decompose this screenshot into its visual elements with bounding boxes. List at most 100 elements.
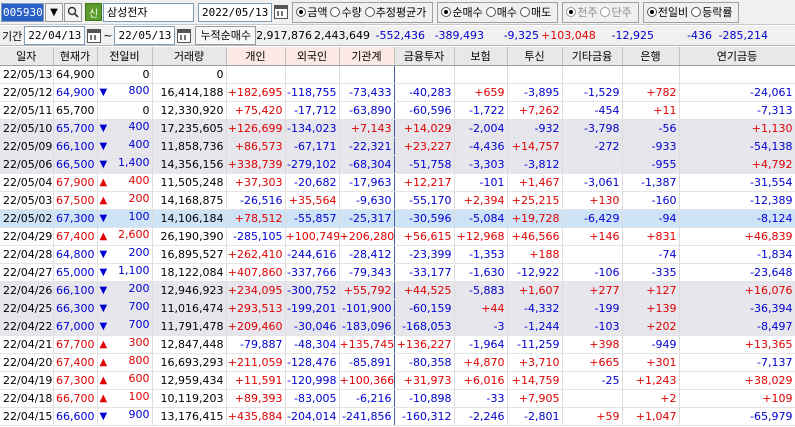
table-cell: 64,800 <box>53 245 98 264</box>
stock-code-input[interactable]: 005930 <box>1 2 44 22</box>
table-row[interactable]: 22/04/20 67,400 ▲ 800 16,693,293 +211,059 -128… <box>0 353 795 372</box>
cumulative-sums: 2,917,876 2,443,649 -552,436 -389,493 -9,325… <box>256 29 770 42</box>
table-row[interactable]: 22/04/15 66,600 ▼ 900 13,176,415 +435,884 -204… <box>0 407 795 426</box>
change-cell: ▲ 400 <box>97 173 153 192</box>
table-cell: +14,757 <box>507 137 563 156</box>
table-row[interactable]: 22/04/28 64,800 ▼ 200 16,895,527 +262,410 -244… <box>0 245 795 264</box>
table-cell: -7,137 <box>679 353 795 372</box>
table-row[interactable]: 22/05/11 65,700 0 12,330,920 +75,420 -17,712-… <box>0 101 795 120</box>
table-cell: +23,227 <box>394 137 455 156</box>
calendar-icon[interactable] <box>87 28 102 43</box>
trade-radio-2[interactable]: 매도 <box>519 4 551 20</box>
trade-radio-1[interactable]: 매수 <box>485 4 517 20</box>
date-input[interactable]: 2022/05/13 <box>198 2 273 22</box>
table-cell: -204,014 <box>285 407 340 426</box>
table-row[interactable]: 22/04/21 67,700 ▲ 300 12,847,448 -79,887 -48,3… <box>0 335 795 354</box>
table-cell: -26,516 <box>226 191 286 210</box>
table-cell: +293,513 <box>226 299 286 318</box>
calendar-icon[interactable] <box>177 28 192 43</box>
table-cell: -1,964 <box>454 335 508 354</box>
column-header[interactable]: 거래량 <box>152 47 227 66</box>
table-row[interactable]: 22/05/09 66,100 ▼ 400 11,858,736 +86,573 -67,1… <box>0 137 795 156</box>
column-header[interactable]: 기관계 <box>339 47 395 66</box>
table-cell: 67,900 <box>53 173 98 192</box>
column-header[interactable]: 은행 <box>622 47 680 66</box>
change-value: 900 <box>128 408 150 421</box>
change-value: 700 <box>128 300 150 313</box>
unit-radio-2[interactable]: 추정평균가 <box>364 4 426 20</box>
table-cell: -955 <box>622 155 680 174</box>
triangle-up-icon: ▲ <box>99 375 108 386</box>
table-cell: +7,905 <box>507 389 563 408</box>
table-cell: 67,300 <box>53 371 98 390</box>
table-cell: -60,159 <box>394 299 455 318</box>
table-cell: -10,898 <box>394 389 455 408</box>
change-cell: ▼ 700 <box>97 299 153 318</box>
table-row[interactable]: 22/05/13 64,900 0 0 <box>0 65 795 84</box>
table-cell: +19,728 <box>507 209 563 228</box>
column-header[interactable]: 외국인 <box>285 47 340 66</box>
table-row[interactable]: 22/05/03 67,500 ▲ 200 14,168,875 -26,516 +35,5… <box>0 191 795 210</box>
toolbar: 005930 ▼ 신 삼성전자 2022/05/13 금액 수량 추정평균가 순매수… <box>0 0 795 25</box>
triangle-down-icon: ▼ <box>99 321 108 332</box>
trade-radio-0[interactable]: 순매수 <box>441 4 483 20</box>
table-cell: +75,420 <box>226 101 286 120</box>
triangle-down-icon: ▼ <box>99 285 108 296</box>
table-cell: -56 <box>622 119 680 138</box>
table-cell: -73,433 <box>339 83 395 102</box>
table-row[interactable]: 22/04/25 66,300 ▼ 700 11,016,474 +293,513 -199… <box>0 299 795 318</box>
column-header[interactable]: 기타금융 <box>562 47 623 66</box>
calendar-icon[interactable] <box>274 5 289 19</box>
triangle-up-icon: ▲ <box>99 177 108 188</box>
table-cell: +12,968 <box>454 227 508 246</box>
triangle-up-icon: ▲ <box>99 339 108 350</box>
column-header[interactable]: 보험 <box>454 47 508 66</box>
table-cell: +44,525 <box>394 281 455 300</box>
unit-radio-0[interactable]: 금액 <box>296 4 327 20</box>
period-start-input[interactable]: 22/04/13 <box>24 26 86 45</box>
table-cell: +11 <box>622 101 680 120</box>
table-row[interactable]: 22/04/18 66,700 ▲ 100 10,119,203 +89,393 -83,0… <box>0 389 795 408</box>
column-header[interactable]: 연기금등 <box>679 47 795 66</box>
compare-radio-1[interactable]: 등락률 <box>691 4 732 20</box>
table-cell: 66,500 <box>53 155 98 174</box>
table-row[interactable]: 22/04/26 66,100 ▼ 200 12,946,923 +234,095 -300… <box>0 281 795 300</box>
table-cell: -28,412 <box>339 245 395 264</box>
investor-trading-table[interactable]: 일자 현재가 전일비 거래량 개인 외국인 기관계 금융투자 보험 투신 기타금융 은행 연기금등 22… <box>0 47 795 426</box>
table-row[interactable]: 22/05/02 67,300 ▼ 100 14,106,184 +78,512 -55,8… <box>0 209 795 228</box>
table-cell: -1,353 <box>454 245 508 264</box>
table-cell: 22/05/03 <box>0 191 54 210</box>
table-cell: 16,414,188 <box>152 83 227 102</box>
unit-radio-1[interactable]: 수량 <box>330 4 362 20</box>
table-row[interactable]: 22/05/10 65,700 ▼ 400 17,235,605 +126,699 -134… <box>0 119 795 138</box>
table-row[interactable]: 22/04/27 65,000 ▼ 1,100 18,122,084 +407,860 -3… <box>0 263 795 282</box>
table-cell <box>622 65 680 84</box>
table-row[interactable]: 22/05/04 67,900 ▲ 400 11,505,248 +37,303 -20,6… <box>0 173 795 192</box>
triangle-down-icon: ▼ <box>99 267 108 278</box>
table-row[interactable]: 22/04/19 67,300 ▲ 600 12,959,434 +11,591 -120,… <box>0 371 795 390</box>
table-cell: 22/05/10 <box>0 119 54 138</box>
table-row[interactable]: 22/04/29 67,400 ▲ 2,600 26,190,390 -285,105 +1… <box>0 227 795 246</box>
search-button[interactable] <box>64 2 82 22</box>
period-end-input[interactable]: 22/05/13 <box>114 26 176 45</box>
table-row[interactable]: 22/04/22 67,000 ▼ 700 11,791,478 +209,460 -30,… <box>0 317 795 336</box>
table-cell: +407,860 <box>226 263 286 282</box>
radio-label: 금액 <box>307 6 328 19</box>
column-header[interactable]: 투신 <box>507 47 563 66</box>
column-header[interactable]: 일자 <box>0 47 54 66</box>
new-badge-button[interactable]: 신 <box>85 3 102 21</box>
table-cell: +435,884 <box>226 407 286 426</box>
table-cell: -1,244 <box>507 317 563 336</box>
table-cell: -74 <box>622 245 680 264</box>
table-cell <box>339 65 395 84</box>
table-row[interactable]: 22/05/12 64,900 ▼ 800 16,414,188 +182,695 -118… <box>0 83 795 102</box>
column-header[interactable]: 현재가 <box>53 47 98 66</box>
column-header[interactable]: 금융투자 <box>394 47 455 66</box>
compare-radio-0[interactable]: 전일비 <box>646 4 688 20</box>
code-dropdown-button[interactable]: ▼ <box>45 2 63 22</box>
column-header[interactable]: 개인 <box>226 47 286 66</box>
column-header[interactable]: 전일비 <box>97 47 153 66</box>
cumulative-sum-cell: -436 <box>687 29 713 42</box>
triangle-down-icon: ▼ <box>99 141 108 152</box>
table-row[interactable]: 22/05/06 66,500 ▼ 1,400 14,356,156 +338,739 -2… <box>0 155 795 174</box>
